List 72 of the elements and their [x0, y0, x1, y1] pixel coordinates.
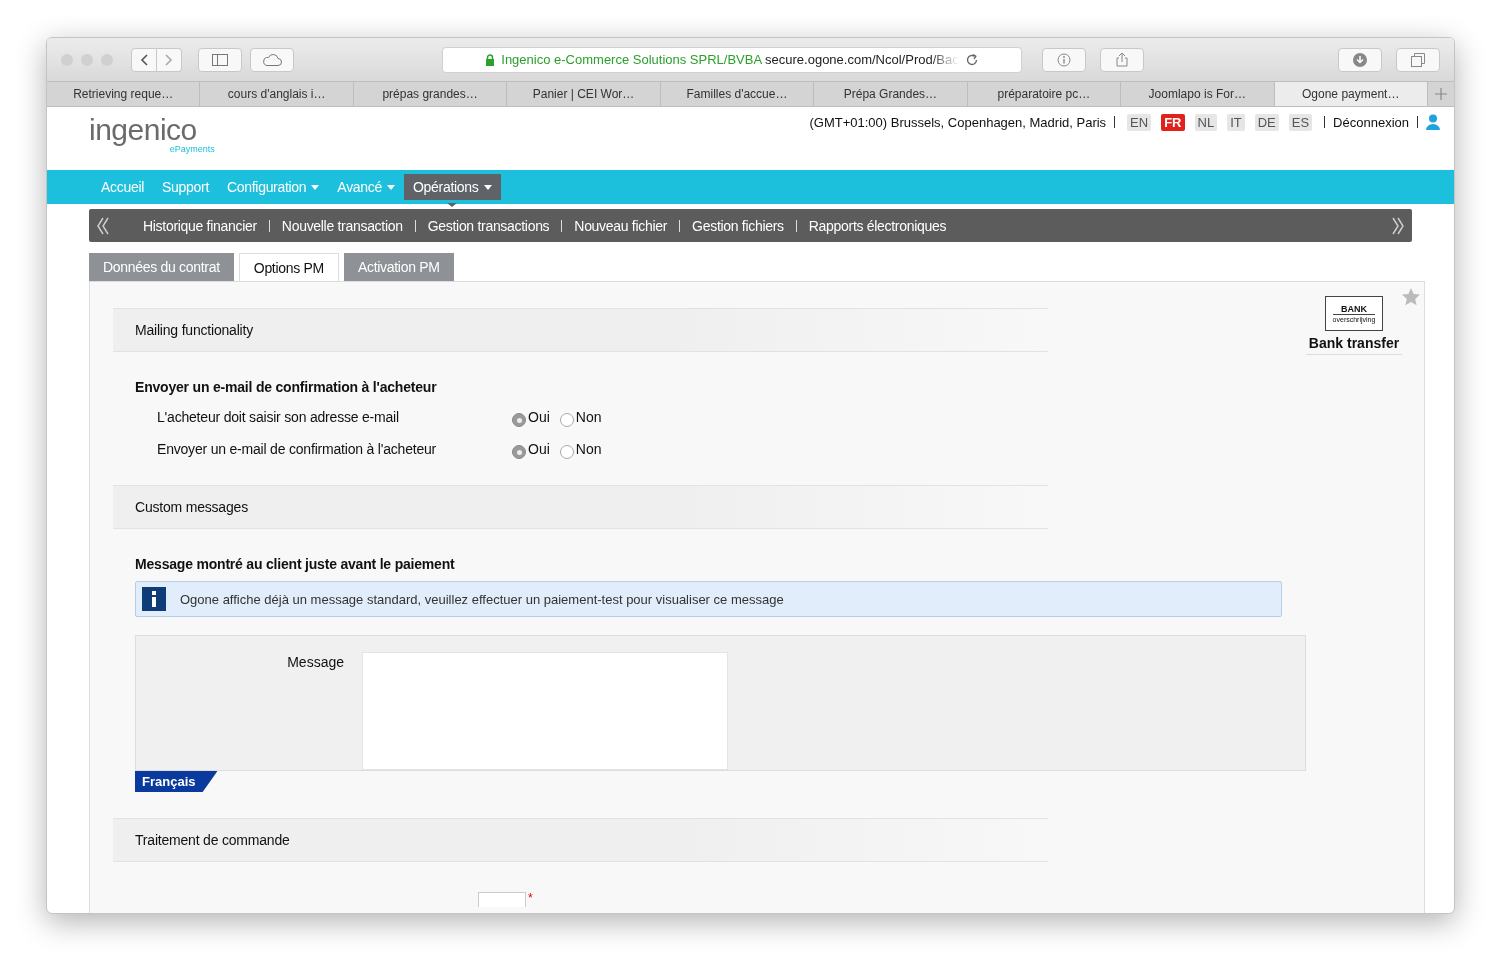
info-icon	[142, 587, 166, 611]
field-label: Message	[286, 654, 345, 672]
info-text: Ogone affiche déjà un message standard, veuillez effectuer un paiement-test pour visualiser ce message	[180, 591, 784, 607]
radio-label: Non	[575, 441, 602, 457]
language-link[interactable]: EN	[1127, 113, 1152, 131]
section-header: Custom messages	[113, 485, 1048, 529]
required-mark: *	[528, 892, 533, 904]
browser-tab[interactable]: prépas grandes…	[353, 82, 508, 106]
submenu-link[interactable]: Gestion fichiers	[680, 217, 796, 234]
submenu-link[interactable]: Nouvelle transaction	[269, 217, 415, 234]
browser-tab[interactable]: Familles d'accue…	[660, 82, 815, 106]
option-label: L'acheteur doit saisir son adresse e-mail	[157, 409, 400, 425]
browser-tab[interactable]: préparatoire pc…	[967, 82, 1122, 106]
cloud-button[interactable]	[250, 47, 294, 72]
info-button[interactable]	[1042, 47, 1086, 72]
radio-button[interactable]	[559, 445, 574, 459]
language-link[interactable]: DE	[1254, 113, 1279, 131]
content-tab[interactable]: Options PM	[238, 253, 339, 281]
input-field[interactable]	[478, 892, 526, 907]
logo-wordmark: ingenico	[89, 115, 197, 145]
browser-tab[interactable]: Joomlapo is For…	[1121, 82, 1275, 106]
group-heading: Message montré au client juste avant le paiement	[135, 556, 456, 572]
download-icon	[1353, 52, 1367, 67]
reload-icon[interactable]	[964, 52, 979, 67]
submenu-link[interactable]: Nouveau fichier	[562, 217, 680, 234]
logout-link[interactable]: Déconnexion	[1333, 114, 1409, 130]
chevron-right-icon	[165, 53, 173, 66]
submenu-link[interactable]: Gestion transactions	[415, 217, 562, 234]
language-link[interactable]: NL	[1194, 113, 1218, 131]
double-chevron-right-icon[interactable]	[1392, 216, 1404, 235]
browser-tab[interactable]: Panier | CEI Wor…	[507, 82, 661, 106]
timezone-text: (GMT+01:00) Brussels, Copenhagen, Madrid, Paris	[809, 114, 1107, 130]
group-heading: Envoyer un e-mail de confirmation à l'acheteur	[135, 379, 438, 395]
share-button[interactable]	[1100, 47, 1144, 72]
chevron-left-icon	[140, 53, 148, 66]
radio-button[interactable]	[512, 413, 526, 427]
browser-tab[interactable]: Prépa Grandes…	[814, 82, 968, 106]
radio-button[interactable]	[512, 445, 526, 459]
browser-tab[interactable]: Ogone payment…	[1274, 82, 1428, 106]
language-link[interactable]: IT	[1227, 113, 1245, 131]
language-link[interactable]: ES	[1288, 113, 1313, 131]
lock-icon	[485, 53, 496, 66]
submenu-link[interactable]: Historique financier	[131, 217, 269, 234]
radio-button[interactable]	[559, 413, 574, 427]
star-icon[interactable]	[1402, 288, 1420, 306]
info-icon	[1057, 52, 1071, 67]
option-label: Envoyer un e-mail de confirmation à l'acheteur	[157, 441, 438, 457]
share-icon	[1116, 52, 1128, 67]
language-tag: Français	[135, 771, 218, 792]
language-link[interactable]: FR	[1161, 113, 1185, 131]
section-header: Traitement de commande	[113, 818, 1048, 862]
forward-button[interactable]	[157, 47, 182, 72]
radio-label: Non	[575, 409, 602, 425]
section-header: Mailing functionality	[113, 308, 1048, 352]
tabs-button[interactable]	[1396, 47, 1440, 72]
download-button[interactable]	[1338, 47, 1382, 72]
tabs-icon	[1411, 52, 1425, 67]
back-button[interactable]	[131, 47, 157, 72]
submenu-link[interactable]: Rapports électroniques	[796, 217, 959, 234]
logo-tagline: ePayments	[169, 144, 215, 154]
sidebar-button[interactable]	[198, 47, 242, 72]
cloud-icon	[262, 53, 282, 66]
message-field[interactable]	[362, 652, 728, 770]
double-chevron-left-icon[interactable]	[97, 216, 109, 235]
radio-label: Oui	[528, 409, 550, 425]
browser-tab[interactable]: Retrieving reque…	[47, 82, 201, 106]
payment-method-name: Bank transfer	[1306, 335, 1402, 355]
plus-icon[interactable]	[1434, 88, 1447, 100]
radio-label: Oui	[528, 441, 550, 457]
sidebar-icon	[212, 53, 228, 66]
user-icon[interactable]	[1426, 114, 1440, 130]
browser-tab[interactable]: cours d'anglais i…	[200, 82, 354, 106]
